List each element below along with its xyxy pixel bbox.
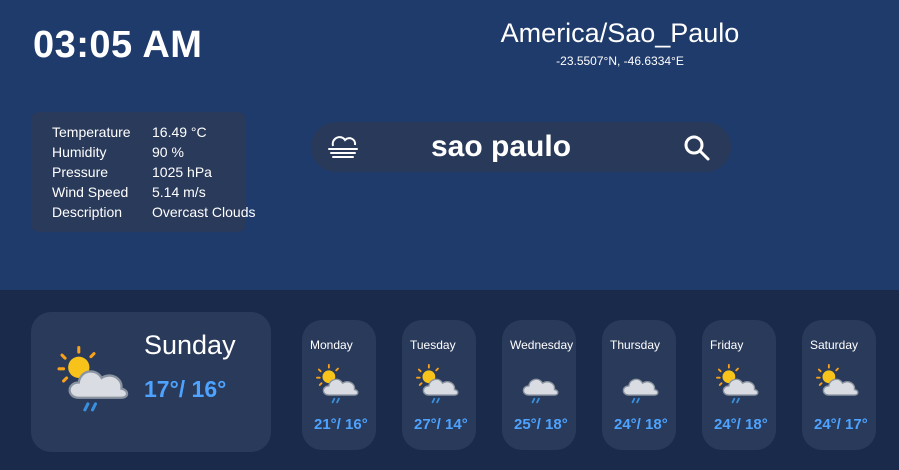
sun-cloud-rain-icon <box>316 364 359 404</box>
coordinates-label: -23.5507°N, -46.6334°E <box>556 54 684 68</box>
forecast-day: Tuesday <box>410 338 456 352</box>
current-conditions-card: Temperature 16.49 °C Humidity 90 % Pressur… <box>31 112 255 232</box>
forecast-card-thursday: Thursday 24°/ 18° <box>602 320 676 450</box>
search-bar[interactable] <box>311 122 731 172</box>
detail-row-description: Description Overcast Clouds <box>52 202 255 222</box>
forecast-temp: 21°/ 16° <box>314 416 368 433</box>
forecast-card-monday: Monday 21°/ 16° <box>302 320 376 450</box>
forecast-day: Wednesday <box>510 338 574 352</box>
timezone-label: America/Sao_Paulo <box>500 18 740 48</box>
sun-cloud-rain-icon <box>716 364 759 404</box>
today-temp: 17°/ 16° <box>144 376 227 402</box>
forecast-day: Thursday <box>610 338 661 352</box>
sun-cloud-rain-icon <box>416 364 459 404</box>
detail-label: Temperature <box>52 124 131 140</box>
detail-value: 5.14 m/s <box>152 184 206 200</box>
detail-row-humidity: Humidity 90 % <box>52 142 184 162</box>
forecast-day: Saturday <box>810 338 859 352</box>
forecast-day: Monday <box>310 338 353 352</box>
forecast-temp: 24°/ 18° <box>614 416 668 433</box>
sun-cloud-rain-icon <box>57 346 129 412</box>
forecast-card-saturday: Saturday 24°/ 17° <box>802 320 876 450</box>
detail-label: Description <box>52 204 123 220</box>
today-day: Sunday <box>144 330 236 360</box>
forecast-temp: 25°/ 18° <box>514 416 568 433</box>
detail-value: Overcast Clouds <box>152 204 256 220</box>
detail-label: Humidity <box>52 144 107 160</box>
cloud-rain-icon <box>522 378 559 404</box>
today-card: Sunday 17°/ 16° <box>31 312 271 452</box>
forecast-temp: 27°/ 14° <box>414 416 468 433</box>
fog-icon <box>328 136 358 158</box>
detail-row-wind-speed: Wind Speed 5.14 m/s <box>52 182 206 202</box>
detail-label: Wind Speed <box>52 184 129 200</box>
detail-label: Pressure <box>52 164 109 180</box>
current-time: 03:05 AM <box>33 24 203 66</box>
search-input[interactable] <box>431 130 651 164</box>
detail-value: 16.49 °C <box>152 124 207 140</box>
search-icon[interactable] <box>683 134 711 162</box>
detail-value: 1025 hPa <box>152 164 212 180</box>
cloud-rain-icon <box>622 378 659 404</box>
forecast-card-wednesday: Wednesday 25°/ 18° <box>502 320 576 450</box>
forecast-card-friday: Friday 24°/ 18° <box>702 320 776 450</box>
sun-cloud-icon <box>816 364 859 396</box>
detail-row-pressure: Pressure 1025 hPa <box>52 162 212 182</box>
forecast-card-tuesday: Tuesday 27°/ 14° <box>402 320 476 450</box>
forecast-temp: 24°/ 17° <box>814 416 868 433</box>
forecast-temp: 24°/ 18° <box>714 416 768 433</box>
forecast-day: Friday <box>710 338 744 352</box>
detail-value: 90 % <box>152 144 184 160</box>
detail-row-temperature: Temperature 16.49 °C <box>52 122 207 142</box>
